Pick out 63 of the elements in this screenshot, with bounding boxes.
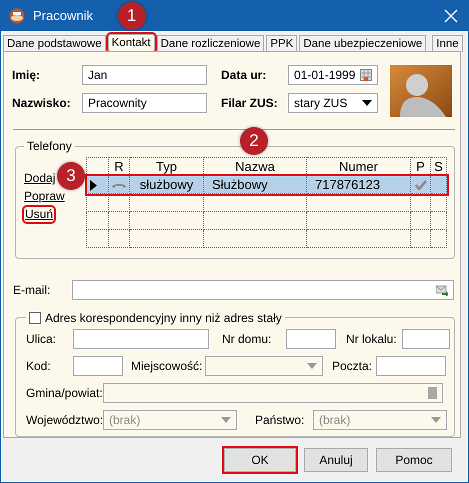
tab[interactable]: Dane ubezpieczeniowe xyxy=(299,35,426,52)
text-field[interactable] xyxy=(73,329,209,349)
dropdown-field[interactable]: stary ZUS xyxy=(288,93,378,113)
dropdown-field[interactable] xyxy=(205,356,323,376)
field-label: Gmina/powiat: xyxy=(26,385,103,402)
tab[interactable]: PPK xyxy=(266,35,298,52)
lookup-field[interactable] xyxy=(103,383,443,403)
group-title: Telefony xyxy=(24,139,75,153)
dialog-button[interactable]: Anuluj xyxy=(304,448,368,472)
date-value: 01-01-1999 xyxy=(294,67,356,84)
field-label: Kod: xyxy=(26,358,52,375)
table-cell: służbowy xyxy=(130,176,204,194)
email-field[interactable] xyxy=(72,280,454,300)
link[interactable]: Usuń xyxy=(24,207,54,222)
close-icon xyxy=(444,9,458,23)
callout-marker: 3 xyxy=(57,162,85,190)
text-field[interactable] xyxy=(376,356,446,376)
dialog-button[interactable]: OK xyxy=(224,448,296,472)
field-label: Imię: xyxy=(12,67,42,84)
text-field[interactable] xyxy=(402,329,450,349)
tab[interactable]: Dane podstawowe xyxy=(3,35,106,52)
text-field[interactable] xyxy=(286,329,336,349)
field-label: Nr lokalu: xyxy=(346,331,398,348)
selected-row[interactable]: służbowy Służbowy 717876123 xyxy=(86,176,446,194)
text-field[interactable] xyxy=(73,356,123,376)
table-cell: Służbowy xyxy=(204,176,306,194)
checkbox-label: Adres korespondencyjny inny niż adres stały xyxy=(45,311,282,325)
field-label: Miejscowość: xyxy=(131,358,204,375)
link[interactable]: Dodaj xyxy=(24,171,56,186)
link[interactable]: Popraw xyxy=(24,189,65,204)
field-label: Ulica: xyxy=(26,331,58,348)
text-field[interactable]: Jan xyxy=(82,65,207,85)
field-label: Nr domu: xyxy=(222,331,272,348)
calendar-icon xyxy=(360,69,372,81)
dropdown-value: stary ZUS xyxy=(294,95,348,112)
field-label: Województwo: xyxy=(26,412,103,429)
lookup-button-icon xyxy=(428,387,437,399)
field-label: E-mail: xyxy=(13,282,52,299)
dropdown-arrow-icon xyxy=(221,417,231,423)
field-label: Data ur: xyxy=(221,67,268,84)
text-field[interactable]: Pracownity xyxy=(82,93,207,113)
dropdown-arrow-icon xyxy=(362,100,372,106)
table-cell: 717876123 xyxy=(306,176,410,194)
dropdown-arrow-icon xyxy=(307,363,317,369)
tab[interactable]: Inne xyxy=(432,35,463,52)
dropdown-value: (brak) xyxy=(109,412,140,429)
dropdown-value: (brak) xyxy=(319,412,350,429)
date-field[interactable]: 01-01-1999 xyxy=(288,65,378,85)
tab[interactable]: Dane rozliczeniowe xyxy=(156,35,264,52)
envelope-arrow-icon xyxy=(436,284,448,296)
dialog-button[interactable]: Pomoc xyxy=(376,448,452,472)
field-label: Poczta: xyxy=(332,358,374,375)
field-label: Państwo: xyxy=(255,412,306,429)
window-title: Pracownik xyxy=(33,7,93,26)
field-label: Filar ZUS: xyxy=(221,95,279,112)
callout-marker: 2 xyxy=(240,127,268,155)
app-logo-icon xyxy=(9,8,25,24)
person-silhouette-icon xyxy=(390,65,452,117)
dropdown-arrow-icon xyxy=(431,417,441,423)
row-pointer-icon xyxy=(90,180,97,191)
phone-handset-icon xyxy=(112,182,126,188)
checkbox[interactable] xyxy=(29,312,41,324)
field-label: Nazwisko: xyxy=(12,95,72,112)
